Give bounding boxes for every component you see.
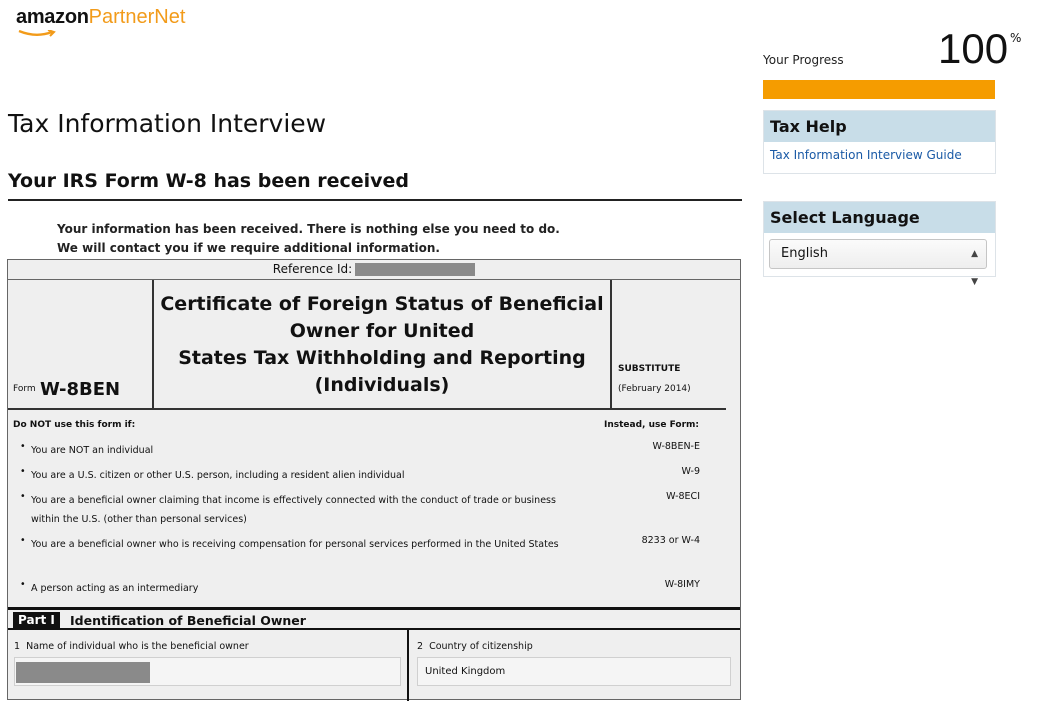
progress-label: Your Progress: [763, 53, 844, 67]
confirmation-message-1: Your information has been received. Ther…: [57, 222, 560, 236]
language-panel: Select Language English ▲ ▼: [763, 201, 996, 287]
alternative-form: 8233 or W-4: [641, 535, 700, 546]
country-of-citizenship-field[interactable]: United Kingdom: [417, 657, 731, 686]
select-caret-icon: ▲ ▼: [971, 249, 978, 287]
language-selected-value: English: [781, 246, 828, 261]
form-title-cell: Certificate of Foreign Status of Benefic…: [154, 280, 612, 408]
progress-value: 100: [938, 25, 1009, 72]
condition-text: A person acting as an intermediary: [31, 583, 199, 594]
do-not-use-heading: Do NOT use this form if:: [13, 420, 136, 430]
form-number: W-8BEN: [40, 379, 121, 400]
field-number: 2: [417, 641, 424, 652]
confirmation-message-2: We will contact you if we require additi…: [57, 241, 440, 255]
confirmation-heading: Your IRS Form W-8 has been received: [8, 170, 410, 192]
name-redacted: [16, 662, 150, 683]
form-title-line: (Individuals): [314, 374, 450, 396]
bullet: •: [20, 579, 26, 590]
condition-text: You are a beneficial owner claiming that…: [31, 495, 556, 525]
page-title: Tax Information Interview: [8, 109, 327, 138]
form-number-cell: Form W-8BEN: [8, 280, 154, 408]
field-divider: [407, 630, 409, 701]
form-header-divider: [8, 408, 726, 410]
bullet: •: [20, 535, 26, 546]
reference-id-bar: Reference Id:: [8, 260, 740, 280]
amazon-partnernet-logo[interactable]: amazonPartnerNet: [16, 6, 186, 37]
bullet: •: [20, 466, 26, 477]
logo-product: PartnerNet: [88, 6, 186, 28]
beneficial-owner-name-field[interactable]: [14, 657, 401, 686]
part-title: Identification of Beneficial Owner: [70, 613, 306, 628]
tax-interview-guide-link[interactable]: Tax Information Interview Guide: [764, 142, 995, 168]
form-substitute-cell: SUBSTITUTE (February 2014): [613, 280, 723, 408]
condition-text: You are a beneficial owner who is receiv…: [31, 539, 559, 550]
reference-id-redacted: [355, 263, 476, 276]
logo-brand: amazon: [16, 6, 89, 28]
progress-bar-fill: [763, 80, 995, 99]
alternative-form: W-8IMY: [664, 579, 700, 590]
alternative-form: W-8ECI: [666, 491, 700, 502]
progress-bar: [763, 80, 995, 99]
bullet: •: [20, 491, 26, 502]
name-field-label: 1 Name of individual who is the benefici…: [14, 641, 249, 652]
condition-text: You are NOT an individual: [31, 445, 154, 456]
field-number: 1: [14, 641, 21, 652]
citizenship-field-label: 2 Country of citizenship: [417, 641, 533, 652]
w8ben-form: Reference Id: Form W-8BEN Certificate of…: [7, 259, 741, 701]
alternative-form: W-8BEN-E: [652, 441, 700, 452]
form-label: Form: [13, 384, 36, 394]
form-title-line: Certificate of Foreign Status of Benefic…: [160, 293, 604, 315]
substitute-label: SUBSTITUTE: [618, 364, 681, 374]
language-heading: Select Language: [764, 202, 995, 233]
language-select[interactable]: English ▲ ▼: [769, 239, 987, 287]
bullet: •: [20, 441, 26, 452]
reference-id-label: Reference Id:: [272, 262, 353, 276]
amazon-smile-icon: [18, 30, 56, 37]
alternative-form: W-9: [681, 466, 700, 477]
form-title-line: Owner for United: [289, 320, 475, 342]
heading-divider: [8, 199, 742, 201]
tax-help-heading: Tax Help: [764, 111, 995, 142]
form-revision-date: (February 2014): [618, 384, 691, 394]
field-label-text: Name of individual who is the beneficial…: [26, 641, 249, 652]
field-label-text: Country of citizenship: [429, 641, 533, 652]
part-one-header: Part I Identification of Beneficial Owne…: [8, 607, 740, 630]
part-label: Part I: [13, 612, 60, 629]
tax-help-panel: Tax Help Tax Information Interview Guide: [763, 110, 996, 174]
progress-unit: %: [1010, 31, 1022, 45]
condition-text: You are a U.S. citizen or other U.S. per…: [31, 470, 405, 481]
instead-use-heading: Instead, use Form:: [604, 420, 699, 430]
form-title-line: States Tax Withholding and Reporting: [178, 347, 586, 369]
